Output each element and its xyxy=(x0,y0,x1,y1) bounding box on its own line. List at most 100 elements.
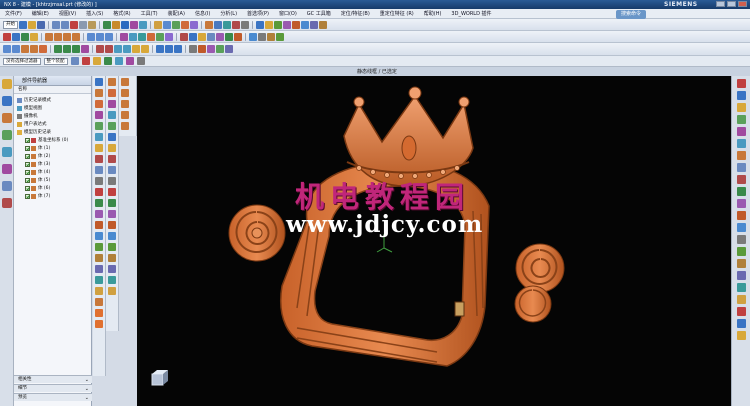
make-tangent-icon[interactable] xyxy=(114,45,122,53)
global-shaping-icon[interactable] xyxy=(108,232,116,240)
preferences-icon[interactable] xyxy=(737,331,746,340)
enlarge-icon[interactable] xyxy=(108,177,116,185)
replace-face-icon[interactable] xyxy=(30,45,38,53)
zoom-icon[interactable] xyxy=(163,20,171,29)
divide-face-icon[interactable] xyxy=(108,210,116,218)
redo-icon[interactable] xyxy=(61,20,69,29)
menu-item[interactable]: 信息(I) xyxy=(190,10,215,17)
menu-item[interactable]: 工具(T) xyxy=(136,10,163,17)
offset-icon[interactable] xyxy=(95,210,103,218)
menu-item[interactable]: 重定位特征 (R) xyxy=(375,10,419,17)
make-coplanar-icon[interactable] xyxy=(96,45,104,53)
slot-icon[interactable] xyxy=(95,155,103,163)
cylinder-icon[interactable] xyxy=(54,32,62,41)
extrude-icon[interactable] xyxy=(112,20,120,29)
pattern-icon[interactable] xyxy=(189,32,197,41)
drafting-icon[interactable] xyxy=(319,20,327,29)
selection-scope-dropdown[interactable]: 整个装配 xyxy=(43,57,68,65)
sphere-icon[interactable] xyxy=(72,32,80,41)
menu-item[interactable]: GC 工具箱 xyxy=(302,10,336,17)
shaded-icon[interactable] xyxy=(205,20,213,29)
move-face-icon[interactable] xyxy=(3,45,11,53)
mirror-face-icon[interactable] xyxy=(81,45,89,53)
model-canvas[interactable] xyxy=(137,76,731,406)
start-menu-button[interactable]: 开始 xyxy=(3,20,18,29)
tree-row[interactable]: 用户表达式 xyxy=(14,120,91,128)
search-command-button[interactable]: 搜索命令 xyxy=(616,10,647,19)
offset-face-icon[interactable] xyxy=(147,32,155,41)
tree-row[interactable]: 历史记录模式 xyxy=(14,96,91,104)
open-folder-icon[interactable] xyxy=(28,20,36,29)
assembly-icon[interactable] xyxy=(310,20,318,29)
camera-icon[interactable] xyxy=(737,235,746,244)
make-symmetric-icon[interactable] xyxy=(123,45,131,53)
tree-row[interactable]: 摄像机 xyxy=(14,112,91,120)
pocket-icon[interactable] xyxy=(95,133,103,141)
thread-icon[interactable] xyxy=(95,188,103,196)
x-form-icon[interactable] xyxy=(108,144,116,152)
dependencies-panel[interactable]: 相关性 ⌄ xyxy=(14,375,92,383)
wrap-icon[interactable] xyxy=(95,232,103,240)
make-perpendicular-icon[interactable] xyxy=(141,45,149,53)
tree-row[interactable]: 模型视图 xyxy=(14,104,91,112)
maximize-button[interactable] xyxy=(727,1,736,7)
change-degree-icon[interactable] xyxy=(108,265,116,273)
join-face-icon[interactable] xyxy=(108,221,116,229)
snap-icon[interactable] xyxy=(283,20,291,29)
graphics-window[interactable]: 机电教程园 www.jdjcy.com xyxy=(137,76,731,406)
undo-icon[interactable] xyxy=(52,20,60,29)
helix-icon[interactable] xyxy=(121,89,129,97)
paste-icon[interactable] xyxy=(88,20,96,29)
shadow-icon[interactable] xyxy=(737,295,746,304)
pull-face-icon[interactable] xyxy=(12,45,20,53)
material-icon[interactable] xyxy=(737,91,746,100)
cut-icon[interactable] xyxy=(70,20,78,29)
palette-icon[interactable] xyxy=(737,259,746,268)
visibility-checkbox[interactable] xyxy=(25,177,30,183)
intersect-icon[interactable] xyxy=(105,32,113,41)
part-navigator-icon[interactable] xyxy=(2,113,12,123)
wireframe-icon[interactable] xyxy=(214,20,222,29)
tree-row[interactable]: 体 (7) xyxy=(14,192,91,200)
color-icon[interactable] xyxy=(95,320,103,328)
visibility-checkbox[interactable] xyxy=(25,169,30,175)
decal-icon[interactable] xyxy=(737,139,746,148)
change-edge-icon[interactable] xyxy=(108,254,116,262)
combine-icon[interactable] xyxy=(95,287,103,295)
menu-item[interactable]: 分析(L) xyxy=(215,10,242,17)
menu-item[interactable]: 编辑(E) xyxy=(27,10,54,17)
radial-dimension-icon[interactable] xyxy=(174,45,182,53)
details-panel[interactable]: 细节 ⌄ xyxy=(14,384,92,392)
untrim-icon[interactable] xyxy=(108,199,116,207)
snap-quadrant-icon[interactable] xyxy=(125,57,134,65)
make-coaxial-icon[interactable] xyxy=(105,45,113,53)
image-icon[interactable] xyxy=(737,199,746,208)
roles-icon[interactable] xyxy=(2,198,12,208)
select-all-icon[interactable] xyxy=(70,57,79,65)
tree-row[interactable]: 模型历史记录 xyxy=(14,128,91,136)
copy-icon[interactable] xyxy=(79,20,87,29)
pad-icon[interactable] xyxy=(95,144,103,152)
delete-icon[interactable] xyxy=(258,32,266,41)
snap-center-icon[interactable] xyxy=(103,57,112,65)
snap-intersection-icon[interactable] xyxy=(114,57,123,65)
visibility-checkbox[interactable] xyxy=(25,193,30,199)
mirror-icon[interactable] xyxy=(180,32,188,41)
shell-body-icon[interactable] xyxy=(198,45,206,53)
process-studio-icon[interactable] xyxy=(2,181,12,191)
angular-dimension-icon[interactable] xyxy=(165,45,173,53)
light-icon[interactable] xyxy=(737,103,746,112)
edit-parameters-icon[interactable] xyxy=(267,32,275,41)
datum-plane-icon[interactable] xyxy=(95,78,103,86)
line-icon[interactable] xyxy=(12,32,20,41)
unite-icon[interactable] xyxy=(87,32,95,41)
text-icon[interactable] xyxy=(121,100,129,108)
layer-icon[interactable] xyxy=(223,20,231,29)
visibility-checkbox[interactable] xyxy=(25,145,30,151)
point-icon[interactable] xyxy=(3,32,11,41)
rib-icon[interactable] xyxy=(95,177,103,185)
cone-icon[interactable] xyxy=(63,32,71,41)
copy-face-icon[interactable] xyxy=(54,45,62,53)
label-chamfer-icon[interactable] xyxy=(216,45,224,53)
swept-icon[interactable] xyxy=(225,32,233,41)
